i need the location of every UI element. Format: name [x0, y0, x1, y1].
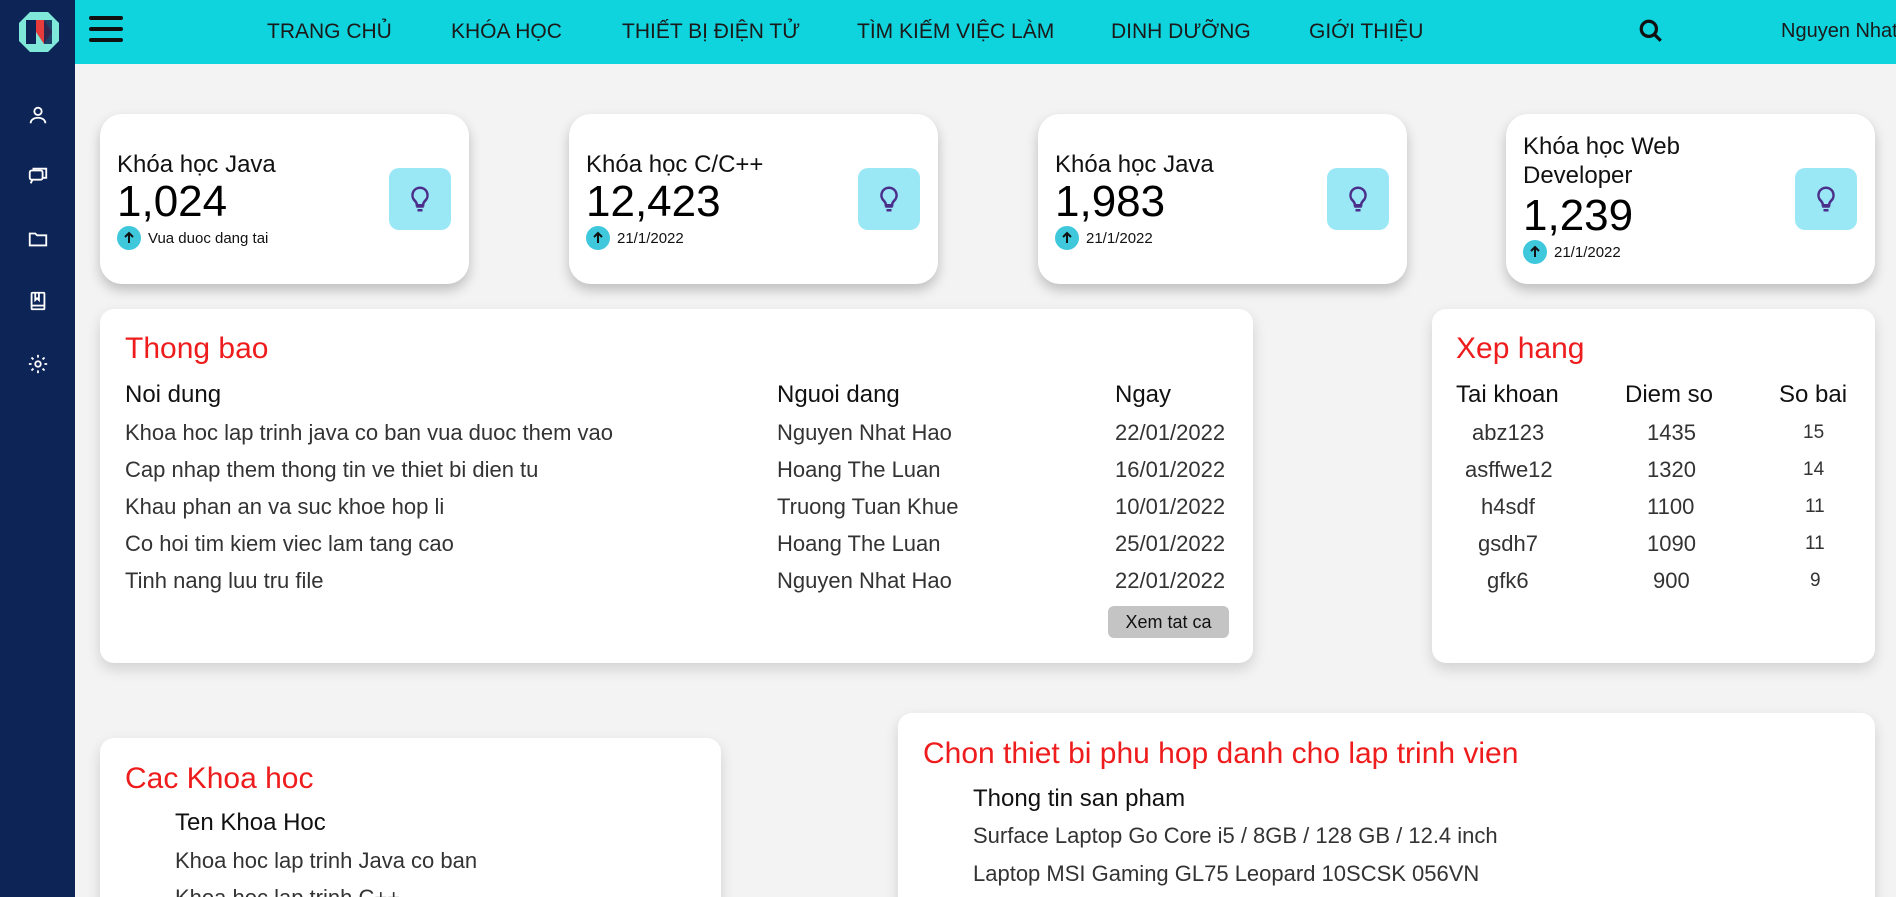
card-note: Vua duoc dang tai — [117, 226, 268, 250]
course-item[interactable]: Khoa hoc lap trinh Java co ban — [175, 848, 477, 874]
folder-icon[interactable] — [24, 225, 52, 253]
table-header: So bai — [1779, 381, 1848, 408]
card-value: 1,024 — [117, 177, 228, 226]
devices-title: Chon thiet bi phu hop danh cho lap trinh… — [923, 737, 1519, 770]
rank-account[interactable]: gsdh7 — [1478, 531, 1538, 557]
table-header: Noi dung — [125, 381, 222, 408]
card-title: Khóa học Web Developer — [1523, 133, 1680, 189]
logo[interactable] — [17, 10, 61, 54]
course-item[interactable]: Khoa hoc lap trinh C++ — [175, 885, 400, 897]
rank-count: 9 — [1810, 570, 1821, 591]
top-navbar: TRANG CHỦ KHÓA HỌC THIẾT BỊ ĐIỆN TỬ TÌM … — [75, 0, 1896, 64]
stat-card[interactable]: Khóa học Java 1,983 21/1/2022 — [1038, 114, 1407, 284]
announcement-date: 16/01/2022 — [1115, 457, 1226, 482]
sidebar — [0, 0, 75, 897]
announcement-content[interactable]: Cap nhap them thong tin ve thiet bi dien… — [125, 457, 538, 483]
menu-icon[interactable] — [89, 16, 123, 44]
announcement-author: Nguyen Nhat Hao — [777, 568, 952, 593]
card-note: 21/1/2022 — [586, 226, 684, 250]
announcement-content[interactable]: Co hoi tim kiem viec lam tang cao — [125, 531, 454, 557]
rank-score: 1100 — [1647, 494, 1695, 519]
card-title: Khóa học Java — [1055, 151, 1214, 178]
nav-courses[interactable]: KHÓA HỌC — [451, 0, 562, 64]
stat-card[interactable]: Khóa học Java 1,024 Vua duoc dang tai — [100, 114, 469, 284]
arrow-up-icon — [117, 226, 141, 250]
user-name[interactable]: Nguyen Nhat Hao — [1781, 20, 1896, 43]
nav-home[interactable]: TRANG CHỦ — [267, 0, 392, 64]
rank-score: 900 — [1653, 568, 1690, 593]
stat-card[interactable]: Khóa học Web Developer 1,239 21/1/2022 — [1506, 114, 1875, 284]
card-value: 1,983 — [1055, 177, 1166, 226]
rank-count: 11 — [1805, 533, 1825, 554]
announcement-content[interactable]: Tinh nang luu tru file — [125, 568, 324, 594]
view-all-button[interactable]: Xem tat ca — [1108, 606, 1229, 638]
table-header: Ten Khoa Hoc — [175, 809, 326, 836]
announcement-date: 22/01/2022 — [1115, 420, 1226, 445]
rank-account[interactable]: h4sdf — [1481, 494, 1535, 520]
lightbulb-icon — [389, 168, 451, 230]
announcement-content[interactable]: Khoa hoc lap trinh java co ban vua duoc … — [125, 420, 613, 446]
table-header: Diem so — [1625, 381, 1714, 408]
table-header: Tai khoan — [1456, 381, 1559, 408]
book-icon[interactable] — [24, 287, 52, 315]
stat-card[interactable]: Khóa học C/C++ 12,423 21/1/2022 — [569, 114, 938, 284]
search-icon[interactable] — [1638, 18, 1664, 44]
rank-score: 1320 — [1647, 457, 1696, 482]
rank-count: 15 — [1803, 422, 1825, 443]
announcement-author: Hoang The Luan — [777, 531, 941, 556]
lightbulb-icon — [1795, 168, 1857, 230]
nav-nutrition[interactable]: DINH DƯỠNG — [1111, 0, 1251, 64]
announcements-panel — [100, 309, 1253, 663]
card-note: 21/1/2022 — [1055, 226, 1153, 250]
lightbulb-icon — [858, 168, 920, 230]
gear-icon[interactable] — [24, 350, 52, 378]
device-item[interactable]: Laptop MSI Gaming GL75 Leopard 10SCSK 05… — [973, 861, 1479, 887]
arrow-up-icon — [1523, 240, 1547, 264]
announcement-date: 10/01/2022 — [1115, 494, 1226, 519]
table-header: Ngay — [1115, 381, 1172, 408]
nav-electronics[interactable]: THIẾT BỊ ĐIỆN TỬ — [622, 0, 800, 64]
rank-score: 1435 — [1647, 420, 1696, 445]
arrow-up-icon — [1055, 226, 1079, 250]
lightbulb-icon — [1327, 168, 1389, 230]
card-title: Khóa học Java — [117, 151, 276, 178]
rank-count: 14 — [1803, 459, 1825, 480]
rank-account[interactable]: abz123 — [1472, 420, 1544, 446]
courses-title: Cac Khoa hoc — [125, 762, 314, 795]
rank-account[interactable]: asffwe12 — [1465, 457, 1553, 483]
rank-account[interactable]: gfk6 — [1487, 568, 1529, 594]
announcement-date: 25/01/2022 — [1115, 531, 1226, 556]
card-value: 1,239 — [1523, 191, 1634, 240]
announcement-author: Nguyen Nhat Hao — [777, 420, 952, 445]
announcement-date: 22/01/2022 — [1115, 568, 1226, 593]
nav-about[interactable]: GIỚI THIỆU — [1309, 0, 1423, 64]
user-icon[interactable] — [24, 101, 52, 129]
announcements-title: Thong bao — [125, 332, 269, 365]
announcement-author: Hoang The Luan — [777, 457, 941, 482]
table-header: Nguoi dang — [777, 381, 900, 408]
nav-jobs[interactable]: TÌM KIẾM VIỆC LÀM — [857, 0, 1054, 64]
card-value: 12,423 — [586, 177, 721, 226]
card-title: Khóa học C/C++ — [586, 151, 764, 178]
ranking-title: Xep hang — [1456, 332, 1585, 365]
announcement-author: Truong Tuan Khue — [777, 494, 959, 519]
arrow-up-icon — [586, 226, 610, 250]
announcement-content[interactable]: Khau phan an va suc khoe hop li — [125, 494, 444, 520]
card-note: 21/1/2022 — [1523, 240, 1621, 264]
chat-icon[interactable] — [24, 162, 52, 190]
device-item[interactable]: Surface Laptop Go Core i5 / 8GB / 128 GB… — [973, 823, 1498, 849]
rank-count: 11 — [1805, 496, 1825, 517]
rank-score: 1090 — [1647, 531, 1696, 556]
table-header: Thong tin san pham — [973, 785, 1186, 812]
